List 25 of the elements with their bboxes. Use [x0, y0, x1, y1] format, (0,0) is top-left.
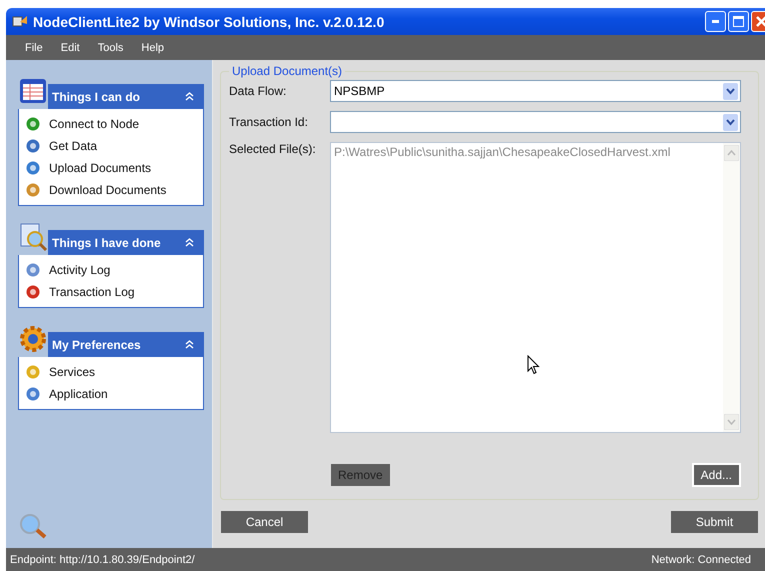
dialog-button[interactable]: Cancel [220, 510, 309, 534]
field-label: Data Flow: [229, 84, 288, 98]
file-list[interactable]: P:\Watres\Public\sunitha.sajjan\ChesapeakeClosedHarvest.xml [330, 142, 741, 433]
sidebar-link[interactable]: Services [49, 365, 96, 379]
window-title: NodeClientLite2 by Windsor Solutions, Inc. v.2.0.12.0 [33, 14, 386, 30]
field-label: Selected File(s): [229, 142, 317, 156]
sidebar-link[interactable]: Connect to Node [49, 117, 140, 131]
sidebar-link[interactable]: Application [49, 387, 108, 401]
dialog-button[interactable]: Submit [670, 510, 759, 534]
dropdown-field[interactable]: NPSBMP [330, 80, 741, 102]
sidebar-link[interactable]: Download Documents [49, 183, 166, 197]
sidebar-link[interactable]: Upload Documents [49, 161, 152, 175]
sidebar-link[interactable]: Activity Log [49, 263, 110, 277]
sidebar-link[interactable]: Get Data [49, 139, 98, 153]
menu-item[interactable]: Help [132, 42, 174, 54]
group-title: Upload Document(s) [231, 64, 344, 78]
network-status: Network: Connected [651, 554, 751, 566]
menu-item[interactable]: Tools [88, 42, 132, 54]
menu-item[interactable]: File [16, 42, 52, 54]
list-button[interactable]: Add... [692, 463, 741, 487]
endpoint-status: Endpoint: http://10.1.80.39/Endpoint2/ [10, 554, 195, 566]
field-label: Transaction Id: [229, 115, 309, 129]
sidebar-link[interactable]: Transaction Log [49, 285, 135, 299]
file-path[interactable]: P:\Watres\Public\sunitha.sajjan\ChesapeakeClosedHarvest.xml [334, 145, 670, 159]
menu-item[interactable]: Edit [52, 42, 89, 54]
